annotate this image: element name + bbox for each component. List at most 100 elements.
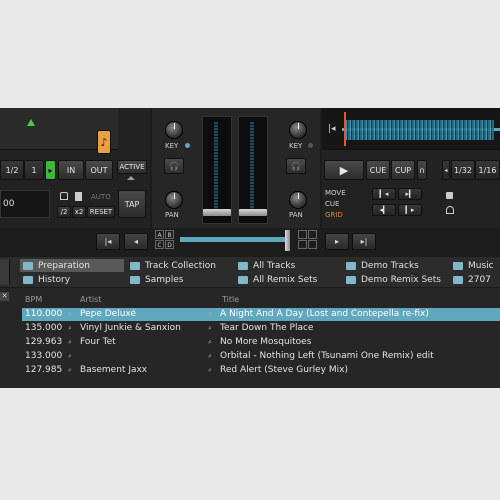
- skip-back-icon[interactable]: |◂: [328, 124, 336, 134]
- tree-item-music[interactable]: Music: [450, 259, 500, 272]
- loop-size-label: 1/32: [454, 165, 472, 175]
- folder-icon: [238, 261, 248, 270]
- channel-select-a[interactable]: A: [155, 230, 164, 239]
- play-marker-icon: [27, 119, 35, 126]
- tree-item-demo-tracks[interactable]: Demo Tracks: [343, 259, 447, 272]
- tree-item-track-collection[interactable]: Track Collection: [127, 259, 235, 272]
- tree-item-samples[interactable]: Samples: [127, 273, 235, 286]
- transport-strip: |◂ ◂ A B C D ▸ ▸|: [0, 228, 500, 255]
- loop-size-half[interactable]: 1/2: [0, 160, 24, 180]
- skip-back-icon[interactable]: |◂: [96, 233, 120, 250]
- table-row[interactable]: 127.985 ⌕ Basement Jaxx ⌕ Red Alert (Ste…: [22, 364, 500, 377]
- channel-select-icon[interactable]: [308, 240, 317, 249]
- artist-cell: Vinyl Junkie & Sanxion: [80, 323, 181, 333]
- active-button[interactable]: ACTIVE: [117, 160, 147, 174]
- tree-item-history[interactable]: History: [20, 273, 124, 286]
- folder-icon: [23, 275, 33, 284]
- tree-scroll-indicator[interactable]: [0, 259, 10, 285]
- beatjump-back-icon[interactable]: ▎◂: [372, 188, 396, 200]
- beatjump-forward-icon[interactable]: ▸▎: [398, 188, 422, 200]
- column-header-artist[interactable]: Artist: [80, 295, 101, 304]
- cue-button[interactable]: CUE: [366, 160, 390, 180]
- lock-icon[interactable]: [446, 192, 453, 199]
- loop-in-button[interactable]: IN: [58, 160, 84, 180]
- column-header-title[interactable]: Title: [222, 295, 239, 304]
- crossfader[interactable]: [180, 237, 290, 242]
- half-tempo-button[interactable]: /2: [57, 206, 71, 218]
- auto-label: AUTO: [91, 193, 111, 201]
- loop-out-button[interactable]: OUT: [85, 160, 113, 180]
- tree-item-preparation[interactable]: Preparation: [20, 259, 124, 272]
- tree-item-2707[interactable]: 2707: [450, 273, 500, 286]
- channel-select-icon[interactable]: [298, 240, 307, 249]
- tree-item-label: Music: [468, 260, 494, 271]
- key-knob-right[interactable]: [289, 121, 307, 139]
- trash-icon[interactable]: [75, 192, 82, 201]
- play-button[interactable]: ▶: [324, 160, 364, 180]
- loop-size-1-32[interactable]: 1/32: [451, 160, 475, 180]
- grid-back-icon[interactable]: ◂▎: [372, 204, 396, 216]
- table-row[interactable]: 110.000 ⌕ Pepe Deluxé ⌕ A Night And A Da…: [22, 308, 500, 321]
- sync-lock-button[interactable]: ∩: [417, 160, 427, 180]
- fader-handle-right[interactable]: [239, 209, 267, 216]
- bpm-cell: 127.985: [25, 365, 63, 375]
- forward-icon[interactable]: ▸: [325, 233, 349, 250]
- search-icon: ⌕: [68, 324, 72, 332]
- loop-size-label: 1/2: [5, 165, 19, 175]
- grid-forward-icon[interactable]: ▎▸: [398, 204, 422, 216]
- bpm-cell: 135.000: [25, 323, 63, 333]
- key-knob-left[interactable]: [165, 121, 183, 139]
- artist-cell: Four Tet: [80, 337, 116, 347]
- tree-item-label: Samples: [145, 274, 184, 285]
- loop-size-label: 1/16: [478, 165, 497, 175]
- music-note-icon[interactable]: ♪: [97, 130, 111, 154]
- channel-select-d[interactable]: D: [165, 240, 174, 249]
- search-icon: ⌕: [68, 366, 72, 374]
- tree-item-label: Demo Remix Sets: [361, 274, 441, 285]
- pan-label-right: PAN: [289, 211, 303, 219]
- loop-play-button[interactable]: ▸: [45, 160, 56, 180]
- artist-cell: Pepe Deluxé: [80, 309, 137, 319]
- title-cell: Tear Down The Place: [220, 323, 314, 333]
- loop-out-label: OUT: [90, 165, 108, 175]
- x2-label: x2: [74, 208, 84, 216]
- rewind-icon[interactable]: ◂: [124, 233, 148, 250]
- channel-select-icon[interactable]: [298, 230, 307, 239]
- loop-size-one[interactable]: 1: [24, 160, 44, 180]
- crossfader-handle[interactable]: [285, 230, 290, 251]
- tree-item-all-remix-sets[interactable]: All Remix Sets: [235, 273, 341, 286]
- tree-item-label: Demo Tracks: [361, 260, 419, 271]
- key-indicator-icon: [185, 143, 190, 148]
- channel-select-icon[interactable]: [308, 230, 317, 239]
- tempo-value: 00: [3, 199, 15, 209]
- pan-knob-left[interactable]: [165, 191, 183, 209]
- pan-knob-right[interactable]: [289, 191, 307, 209]
- channel-select-c[interactable]: C: [155, 240, 164, 249]
- tap-button[interactable]: TAP: [118, 190, 146, 218]
- table-row[interactable]: 135.000 ⌕ Vinyl Junkie & Sanxion ⌕ Tear …: [22, 322, 500, 335]
- lock-icon[interactable]: [60, 192, 68, 200]
- title-cell: Red Alert (Steve Gurley Mix): [220, 365, 348, 375]
- collapse-icon[interactable]: [127, 176, 135, 180]
- table-row[interactable]: 133.000 ⌕ ⌕ Orbital - Nothing Left (Tsun…: [22, 350, 500, 363]
- reset-button[interactable]: RESET: [87, 206, 115, 218]
- headphone-cue-left[interactable]: 🎧: [164, 158, 184, 174]
- close-icon[interactable]: ✕: [0, 292, 9, 301]
- headphone-cue-right[interactable]: 🎧: [286, 158, 306, 174]
- prev-loop-size[interactable]: ◂: [442, 160, 450, 180]
- fader-handle-left[interactable]: [203, 209, 231, 216]
- skip-forward-icon[interactable]: ▸|: [352, 233, 376, 250]
- column-header-bpm[interactable]: BPM: [25, 295, 42, 304]
- waveform-body: [344, 120, 494, 140]
- tree-item-label: 2707: [468, 274, 491, 285]
- cup-button[interactable]: CUP: [391, 160, 415, 180]
- search-icon: ⌕: [208, 366, 212, 374]
- loop-size-1-16[interactable]: 1/16: [475, 160, 500, 180]
- channel-select-b[interactable]: B: [165, 230, 174, 239]
- tree-item-all-tracks[interactable]: All Tracks: [235, 259, 341, 272]
- tree-item-demo-remix-sets[interactable]: Demo Remix Sets: [343, 273, 447, 286]
- double-tempo-button[interactable]: x2: [72, 206, 86, 218]
- headphone-icon[interactable]: [446, 206, 454, 214]
- search-icon: ⌕: [68, 338, 72, 346]
- table-row[interactable]: 129.963 ⌕ Four Tet ⌕ No More Mosquitoes: [22, 336, 500, 349]
